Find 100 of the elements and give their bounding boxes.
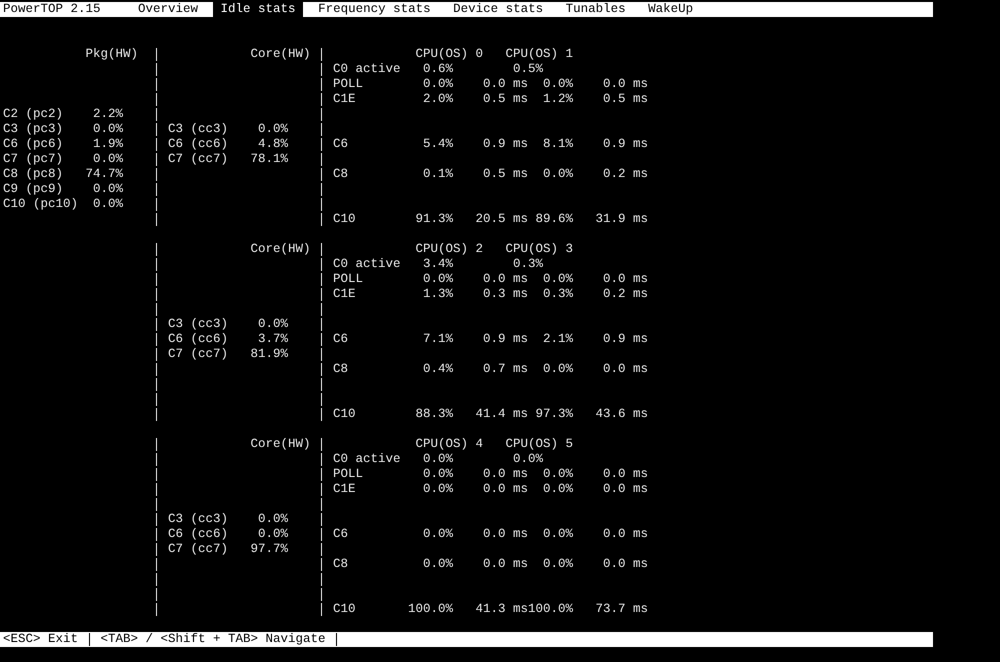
state-label: C2 (pc2) bbox=[3, 107, 64, 122]
time-value: 0.0 ms bbox=[603, 362, 648, 377]
time-value: 0.0 ms bbox=[603, 527, 648, 542]
usage-value: 0.5% bbox=[513, 62, 544, 77]
usage-value: 97.7% bbox=[250, 542, 288, 557]
usage-value: 1.3% bbox=[423, 287, 454, 302]
state-label: C6 (cc6) bbox=[168, 332, 228, 347]
app-title: PowerTOP 2.15 bbox=[3, 2, 101, 17]
time-value: 41.3 ms bbox=[476, 602, 528, 617]
tab[interactable]: Frequency stats bbox=[310, 2, 438, 17]
usage-value: 0.0% bbox=[258, 122, 288, 137]
column-heading: CPU(OS) 2 bbox=[416, 242, 484, 257]
column-heading: CPU(OS) 0 bbox=[416, 47, 484, 62]
usage-value: 0.0% bbox=[92, 152, 123, 167]
time-value: 43.6 ms bbox=[596, 407, 648, 422]
usage-value: 100.0% bbox=[528, 602, 574, 617]
column-heading: Core(HW) bbox=[250, 47, 311, 62]
state-label: POLL bbox=[333, 272, 364, 287]
time-value: 0.5 ms bbox=[603, 92, 648, 107]
usage-value: 0.0% bbox=[423, 527, 454, 542]
column-heading: Core(HW) bbox=[250, 242, 311, 257]
state-label: C6 (cc6) bbox=[168, 527, 228, 542]
usage-value: 4.8% bbox=[258, 137, 288, 152]
time-value: 73.7 ms bbox=[596, 602, 648, 617]
column-heading: CPU(OS) 1 bbox=[506, 47, 574, 62]
time-value: 0.2 ms bbox=[603, 167, 648, 182]
usage-value: 88.3% bbox=[416, 407, 454, 422]
time-value: 0.0 ms bbox=[603, 482, 648, 497]
usage-value: 91.3% bbox=[416, 212, 454, 227]
state-label: C6 (cc6) bbox=[168, 137, 228, 152]
usage-value: 0.0% bbox=[258, 527, 288, 542]
usage-value: 81.9% bbox=[250, 347, 288, 362]
state-label: C7 (cc7) bbox=[168, 152, 228, 167]
column-heading: CPU(OS) 4 bbox=[416, 437, 484, 452]
usage-value: 0.0% bbox=[543, 527, 574, 542]
state-label: C1E bbox=[333, 287, 356, 302]
usage-value: 0.4% bbox=[423, 362, 454, 377]
usage-value: 2.0% bbox=[423, 92, 454, 107]
usage-value: 2.2% bbox=[92, 107, 123, 122]
state-label: POLL bbox=[333, 467, 364, 482]
state-label: C8 bbox=[333, 362, 348, 377]
column-heading: Pkg(HW) bbox=[86, 47, 138, 62]
time-value: 20.5 ms bbox=[476, 212, 528, 227]
usage-value: 7.1% bbox=[423, 332, 454, 347]
state-label: C6 bbox=[333, 137, 348, 152]
tab[interactable]: Tunables bbox=[558, 2, 634, 17]
time-value: 0.9 ms bbox=[483, 137, 528, 152]
usage-value: 0.0% bbox=[543, 167, 574, 182]
time-value: 0.9 ms bbox=[603, 332, 648, 347]
usage-value: 2.1% bbox=[543, 332, 574, 347]
key-hint: <ESC> Exit bbox=[3, 632, 78, 647]
usage-value: 0.0% bbox=[423, 467, 454, 482]
usage-value: 100.0% bbox=[408, 602, 454, 617]
usage-value: 8.1% bbox=[543, 137, 574, 152]
state-label: C7 (cc7) bbox=[168, 542, 228, 557]
state-label: C0 active bbox=[333, 257, 401, 272]
usage-value: 1.9% bbox=[92, 137, 123, 152]
state-label: C8 bbox=[333, 167, 348, 182]
time-value: 0.0 ms bbox=[483, 482, 528, 497]
usage-value: 78.1% bbox=[250, 152, 288, 167]
time-value: 0.5 ms bbox=[483, 167, 528, 182]
usage-value: 0.0% bbox=[423, 272, 454, 287]
time-value: 0.0 ms bbox=[603, 467, 648, 482]
state-label: C1E bbox=[333, 92, 356, 107]
state-label: POLL bbox=[333, 77, 364, 92]
usage-value: 5.4% bbox=[423, 137, 454, 152]
time-value: 0.0 ms bbox=[603, 272, 648, 287]
tab[interactable]: Idle stats bbox=[213, 2, 304, 17]
usage-value: 0.0% bbox=[513, 452, 544, 467]
usage-value: 0.0% bbox=[423, 482, 454, 497]
time-value: 0.9 ms bbox=[603, 137, 648, 152]
usage-value: 0.0% bbox=[258, 512, 288, 527]
state-label: C7 (cc7) bbox=[168, 347, 228, 362]
usage-value: 89.6% bbox=[536, 212, 574, 227]
time-value: 0.7 ms bbox=[483, 362, 528, 377]
time-value: 0.0 ms bbox=[483, 272, 528, 287]
state-label: C3 (pc3) bbox=[3, 122, 64, 137]
state-label: C3 (cc3) bbox=[168, 512, 228, 527]
usage-value: 0.0% bbox=[92, 182, 123, 197]
state-label: C6 bbox=[333, 527, 348, 542]
column-heading: CPU(OS) 3 bbox=[506, 242, 574, 257]
tab[interactable]: Overview bbox=[130, 2, 206, 17]
time-value: 0.5 ms bbox=[483, 92, 528, 107]
usage-value: 0.6% bbox=[423, 62, 454, 77]
time-value: 0.0 ms bbox=[603, 77, 648, 92]
state-label: C3 (cc3) bbox=[168, 317, 228, 332]
column-heading: CPU(OS) 5 bbox=[506, 437, 574, 452]
time-value: 0.0 ms bbox=[483, 77, 528, 92]
state-label: C10 bbox=[333, 407, 356, 422]
usage-value: 0.0% bbox=[543, 77, 574, 92]
usage-value: 0.3% bbox=[513, 257, 544, 272]
usage-value: 0.0% bbox=[543, 272, 574, 287]
time-value: 0.0 ms bbox=[483, 557, 528, 572]
usage-value: 3.7% bbox=[258, 332, 288, 347]
state-label: C10 (pc10) bbox=[3, 197, 78, 212]
state-label: C0 active bbox=[333, 62, 401, 77]
time-value: 31.9 ms bbox=[596, 212, 648, 227]
state-label: C7 (pc7) bbox=[3, 152, 64, 167]
tab[interactable]: Device stats bbox=[446, 2, 551, 17]
tab[interactable]: WakeUp bbox=[640, 2, 701, 17]
